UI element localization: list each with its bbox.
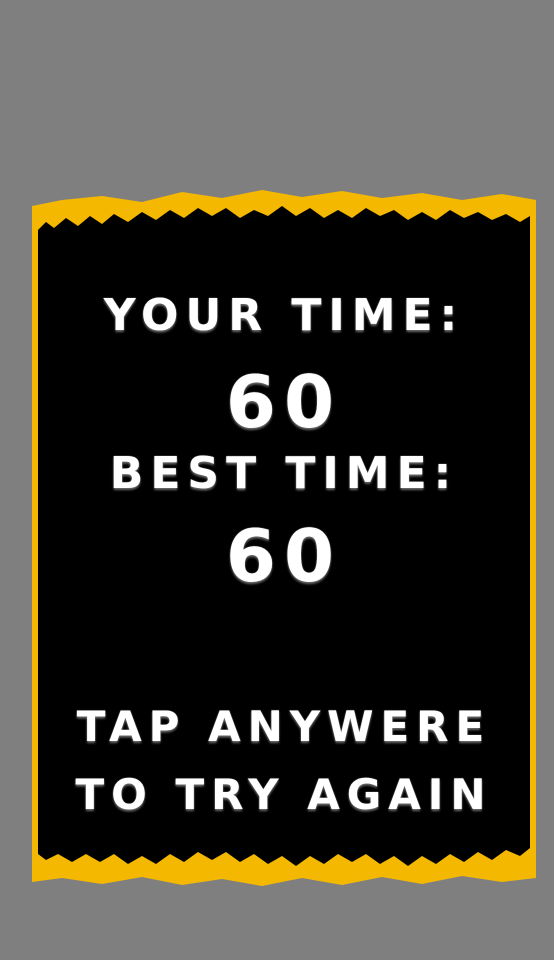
- your-time-label: YOUR TIME:: [103, 290, 465, 341]
- best-time-label: BEST TIME:: [109, 448, 459, 499]
- your-time-value: 60: [225, 360, 343, 444]
- tap-to-retry-area[interactable]: YOUR TIME: 60 BEST TIME: 60 TAP ANYWERE …: [0, 0, 554, 960]
- game-over-panel: YOUR TIME: 60 BEST TIME: 60 TAP ANYWERE …: [32, 188, 536, 886]
- best-time-value: 60: [225, 514, 343, 598]
- retry-prompt-line-1: TAP ANYWERE: [76, 702, 492, 751]
- retry-prompt-line-2: TO TRY AGAIN: [75, 770, 493, 819]
